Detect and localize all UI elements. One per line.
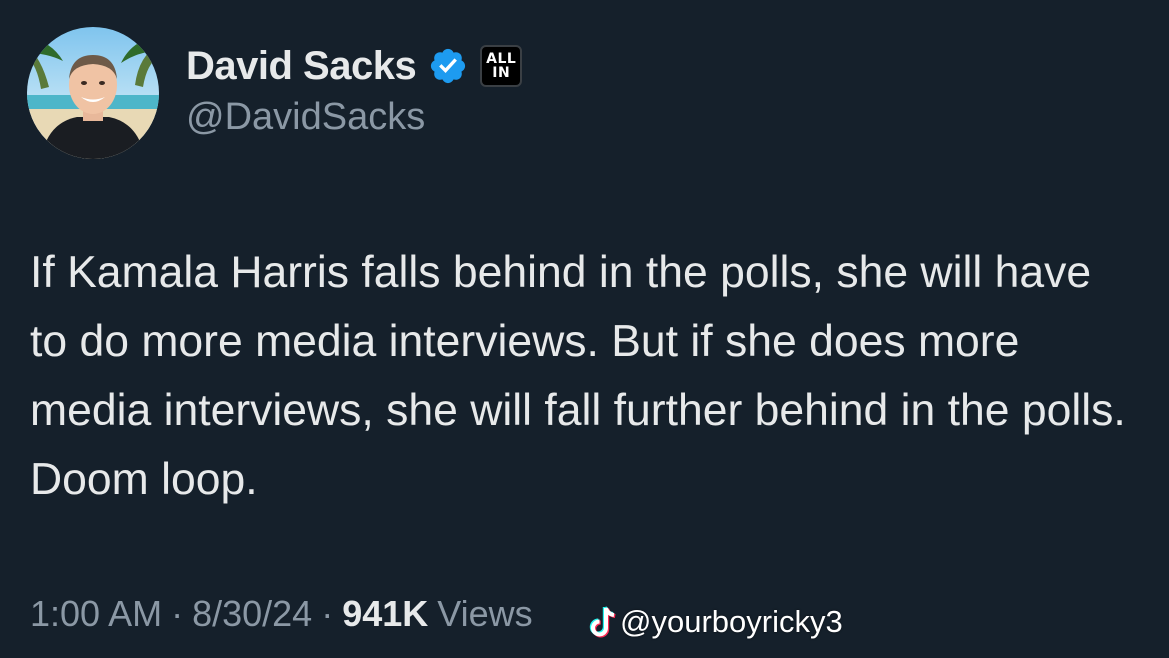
verified-badge-icon[interactable] (428, 46, 468, 86)
meta-separator: · (321, 593, 334, 634)
avatar[interactable] (27, 27, 159, 159)
views-count: 941K (342, 593, 429, 634)
avatar-photo (27, 27, 159, 159)
tweet-meta: 1:00 AM · 8/30/24 · 941K Views (30, 590, 533, 638)
author-name-row: David Sacks ALL IN (186, 40, 523, 92)
tweet-time[interactable]: 1:00 AM (30, 593, 162, 635)
affiliation-badge-line2: IN (492, 65, 511, 81)
affiliation-badge[interactable]: ALL IN (480, 45, 523, 87)
tweet-text: If Kamala Harris falls behind in the pol… (30, 248, 1126, 504)
tiktok-icon (589, 606, 616, 638)
author-display-name[interactable]: David Sacks (186, 44, 417, 89)
views-label: Views (437, 593, 533, 634)
watermark-handle: @yourboyricky3 (620, 604, 843, 639)
tweet-date[interactable]: 8/30/24 (192, 593, 312, 635)
affiliation-badge-line1: ALL (486, 51, 517, 67)
meta-separator: · (171, 593, 184, 634)
author-handle[interactable]: @DavidSacks (186, 96, 425, 139)
tiktok-watermark: @yourboyricky3 (588, 600, 843, 644)
